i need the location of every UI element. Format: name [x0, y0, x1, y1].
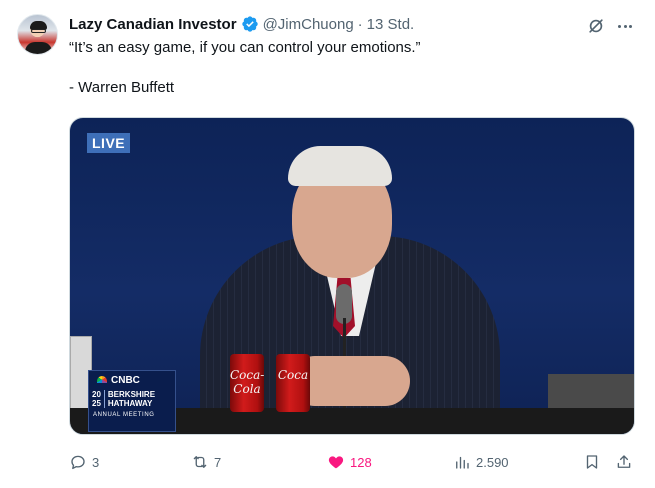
author-name[interactable]: Lazy Canadian Investor — [69, 16, 237, 33]
cnbc-logo: CNBC — [89, 371, 175, 386]
separator-dot: · — [357, 15, 363, 33]
tweet-video[interactable]: Coca-Cola Coca LIVE CNBC 20 BERKSHIRE 25… — [69, 117, 635, 435]
cnbc-row-bottom: 25 HATHAWAY — [89, 399, 175, 408]
avatar[interactable] — [17, 14, 58, 55]
view-count: 2.590 — [476, 454, 509, 470]
cnbc-overlay: CNBC 20 BERKSHIRE 25 HATHAWAY ANNUAL MEE… — [88, 370, 176, 432]
company-bottom: HATHAWAY — [107, 399, 153, 408]
analytics-icon — [456, 456, 469, 469]
more-options-icon[interactable] — [614, 16, 636, 36]
avatar-glasses — [31, 29, 46, 33]
avatar-shirt — [25, 42, 52, 54]
views-button[interactable]: 2.590 — [453, 453, 509, 471]
repost-icon — [193, 456, 207, 468]
tweet-header: Lazy Canadian Investor @JimChuong · 13 S… — [69, 14, 414, 34]
bookmark-icon — [586, 455, 598, 469]
tweet-text: “It’s an easy game, if you can control y… — [69, 38, 629, 118]
live-badge: LIVE — [87, 133, 131, 153]
reply-icon — [71, 455, 85, 470]
company-top: BERKSHIRE — [107, 390, 156, 399]
reply-count: 3 — [92, 454, 100, 470]
coke-can: Coca-Cola — [230, 354, 264, 412]
repost-count: 7 — [214, 454, 222, 470]
share-button[interactable] — [615, 453, 633, 471]
repost-button[interactable]: 7 — [191, 453, 221, 471]
year-bottom: 25 — [92, 399, 105, 408]
speaker-hair — [288, 146, 392, 186]
tweet-actions: 3 7 128 2.590 — [69, 450, 635, 474]
cnbc-row-top: 20 BERKSHIRE — [89, 386, 175, 399]
event-label: ANNUAL MEETING — [93, 412, 155, 418]
heart-filled-icon — [328, 456, 344, 469]
year-top: 20 — [92, 390, 105, 399]
like-button[interactable]: 128 — [327, 453, 372, 471]
author-handle[interactable]: @JimChuong — [263, 16, 354, 33]
coke-can: Coca — [276, 354, 310, 412]
share-icon — [617, 455, 631, 468]
grok-icon[interactable] — [586, 16, 606, 36]
like-count: 128 — [350, 454, 372, 470]
verified-badge-icon — [241, 16, 258, 32]
reply-button[interactable]: 3 — [69, 453, 99, 471]
bookmark-button[interactable] — [583, 453, 601, 471]
timestamp[interactable]: 13 Std. — [367, 16, 415, 33]
tweet-attribution: - Warren Buffett — [69, 79, 175, 96]
tweet-quote: “It’s an easy game, if you can control y… — [69, 39, 421, 56]
